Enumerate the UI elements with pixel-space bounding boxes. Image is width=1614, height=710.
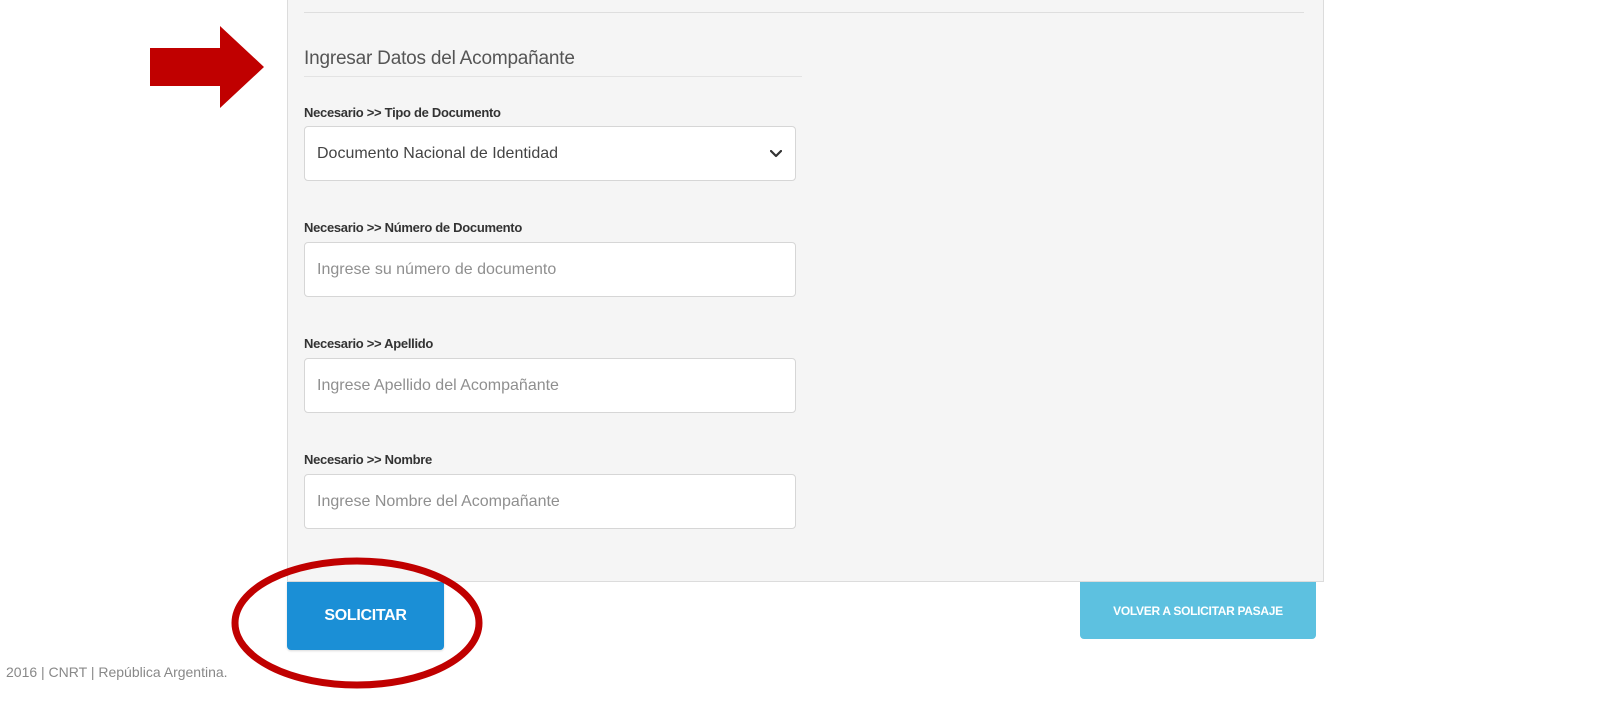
doc-type-selected-value: Documento Nacional de Identidad bbox=[317, 144, 559, 162]
submit-button[interactable]: SOLICITAR bbox=[287, 582, 444, 650]
section-title: Ingresar Datos del Acompañante bbox=[304, 48, 575, 69]
doc-type-select[interactable]: Documento Nacional de Identidad bbox=[304, 126, 796, 181]
first-name-label: Necesario >> Nombre bbox=[304, 452, 432, 467]
last-name-label: Necesario >> Apellido bbox=[304, 336, 434, 351]
chevron-down-icon bbox=[769, 147, 783, 161]
page: Ingresar Datos del Acompañante Necesario… bbox=[0, 0, 1614, 710]
doc-number-input[interactable] bbox=[304, 242, 796, 297]
right-arrow-icon bbox=[150, 26, 264, 108]
doc-type-label: Necesario >> Tipo de Documento bbox=[304, 105, 501, 120]
panel-divider bbox=[304, 12, 1304, 13]
doc-number-label: Necesario >> Número de Documento bbox=[304, 220, 522, 235]
back-to-request-button[interactable]: VOLVER A SOLICITAR PASAJE bbox=[1080, 582, 1316, 639]
first-name-input[interactable] bbox=[304, 474, 796, 529]
last-name-input[interactable] bbox=[304, 358, 796, 413]
footer-text: 2016 | CNRT | República Argentina. bbox=[6, 664, 228, 680]
section-title-divider bbox=[304, 76, 802, 77]
